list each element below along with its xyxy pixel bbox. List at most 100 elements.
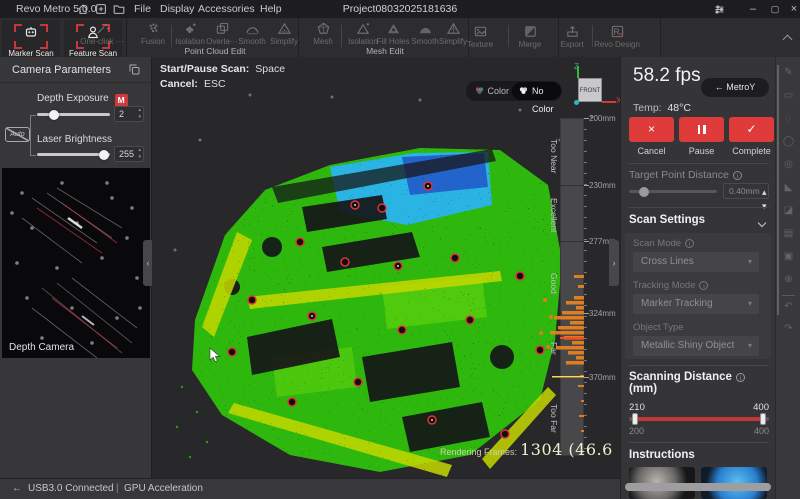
isolation-icon [356,21,371,36]
main-toolbar: Marker Scan Feature Scan One-click ··· F… [0,18,800,58]
invert-selection-icon[interactable]: ◪ [776,205,800,216]
temperature-readout: Temp: 48°C [633,102,691,114]
toolbar-texture-button[interactable]: Texture [460,24,500,49]
export-icon [565,24,580,39]
caret-down-icon: ▾ [748,294,752,314]
undock-panel-icon[interactable] [128,63,141,76]
gauge-tick-200: 200mm [589,114,616,123]
pause-label: Pause [679,146,724,156]
caret-down-icon: ▾ [748,336,752,356]
one-click-button[interactable]: One-click ··· [79,21,125,46]
range-slider-max-handle[interactable] [760,413,766,425]
view-cube-front-face[interactable]: FRONT [578,78,602,102]
toolbar-fusion-button[interactable]: Fusion [133,21,173,46]
depth-exposure-value[interactable]: 2▴▾ [114,106,144,122]
depth-exposure-label: Depth ExposureM [37,93,128,107]
simplify-icon [277,21,292,36]
target-point-distance-slider[interactable] [629,190,717,193]
scan-viewport[interactable]: Start/Pause Scan:Space Cancel:ESC Color … [152,57,620,478]
chevron-up-icon [783,35,793,45]
close-button[interactable]: × [788,1,800,17]
toolbar-pc-simplify-button[interactable]: Simplify [264,21,304,46]
toolbar-export-button[interactable]: Export [552,24,592,49]
radius-select-icon[interactable]: ◎ [776,159,800,170]
redo-icon[interactable]: ↷ [776,323,800,334]
pen-tool-icon[interactable]: ✎ [776,67,800,78]
object-type-label: Object Type [633,322,684,333]
range-slider-min-handle[interactable] [632,413,638,425]
marker-scan-icon [14,24,48,49]
scan-settings-collapse[interactable] [759,217,765,229]
scan-hints: Start/Pause Scan:Space Cancel:ESC [160,63,285,90]
toolbar-revo-design-button[interactable]: R Revo Design [592,24,642,49]
pause-scan-button[interactable] [679,117,724,142]
scan-settings-title: Scan Settings [629,214,705,226]
layers-icon[interactable]: ▤ [776,228,800,239]
laser-brightness-slider-handle[interactable] [99,150,109,160]
overlap-icon [215,21,230,36]
back-arrow-icon: ← [715,82,724,92]
color-option[interactable]: Color [474,81,509,101]
undo-icon[interactable]: ↶ [776,301,800,312]
plane-cut-icon[interactable]: ◣ [776,182,800,193]
rendering-frames-readout: Rendering Frames: 1304 (46.6 [440,440,558,459]
scan-mode-dropdown[interactable]: Cross Lines▾ [633,252,759,272]
depth-histogram [548,255,588,465]
color-toggle: Color No Color [466,81,562,101]
view-cube-gizmo[interactable]: FRONT Z X [566,62,620,112]
camera-parameters-panel: Camera Parameters Depth ExposureM 2▴▾ Au… [0,57,152,478]
project-title: Project08032025181636 [0,3,800,15]
no-color-option[interactable]: No Color [512,82,561,100]
depth-exposure-slider-handle[interactable] [49,110,59,120]
right-panel-collapse-handle[interactable]: › [609,240,619,286]
scan-control-panel: 58.2 fps ← MetroY Temp: 48°C × ✓ Cancel … [620,57,775,499]
depth-camera-image [2,168,150,358]
range-slider-fill [635,417,763,421]
fps-readout: 58.2 fps [633,65,701,87]
magic-wand-icon [95,21,110,36]
complete-label: Complete [729,146,774,156]
fill-holes-icon [386,21,401,36]
usb-status: USB3.0 Connected [28,479,114,499]
check-icon: ✓ [746,122,756,136]
lasso-select-icon[interactable]: ◌ [776,113,800,124]
marker-scan-button[interactable]: Marker Scan [2,20,60,57]
circle-select-icon[interactable]: ◯ [776,136,800,147]
rendering-frames-value: 1304 (46.6 [520,440,613,459]
depth-exposure-slider[interactable] [37,113,110,116]
rect-select-icon[interactable]: ▭ [776,90,800,101]
target-point-distance-handle[interactable] [639,187,649,197]
caret-down-icon: ▾ [748,252,752,272]
metroy-back-button[interactable]: ← MetroY [701,78,769,97]
laser-brightness-value[interactable]: 255▴▾ [114,146,144,162]
complete-scan-button[interactable]: ✓ [729,117,774,142]
gauge-tick-324: 324mm [589,309,616,318]
duplicate-icon[interactable]: ▣ [776,251,800,262]
scanning-distance-range-max: 400 [747,426,769,436]
cancel-scan-button[interactable]: × [629,117,674,142]
target-point-distance-label: Target Point Distancei [629,169,742,181]
toolbar-mesh-button[interactable]: Mesh [303,21,343,46]
minimize-button[interactable]: – [744,1,762,17]
auto-link-bracket [30,115,31,155]
instructions-title: Instructions [629,449,695,461]
instructions-scrollbar[interactable] [625,483,771,491]
laser-brightness-slider[interactable] [37,153,110,156]
auto-disabled-toggle[interactable]: Auto [5,127,30,142]
target-point-distance-value[interactable]: 0.40mm▴▾ [723,183,769,199]
toolbar-collapse-button[interactable] [784,34,791,46]
customize-toolbar-icon[interactable] [710,1,728,17]
stamp-icon[interactable]: ⊕ [776,274,800,285]
laser-brightness-label: Laser Brightness [37,134,112,145]
object-type-dropdown[interactable]: Metallic Shiny Object▾ [633,336,759,356]
point-cloud-edit-group-label: Point Cloud Edit [155,46,275,56]
status-bar: ← USB3.0 Connected | GPU Acceleration [0,478,620,499]
tracking-mode-dropdown[interactable]: Marker Tracking▾ [633,294,759,314]
gauge-tick-230: 230mm [589,181,616,190]
toolbar-merge-button[interactable]: Merge [510,24,550,49]
cancel-hint-label: Cancel: [160,78,198,90]
color-sphere-icon [474,85,485,96]
maximize-button[interactable]: ▢ [766,1,784,17]
scanning-distance-range-slider[interactable] [629,417,769,421]
gizmo-x-axis [602,101,616,103]
